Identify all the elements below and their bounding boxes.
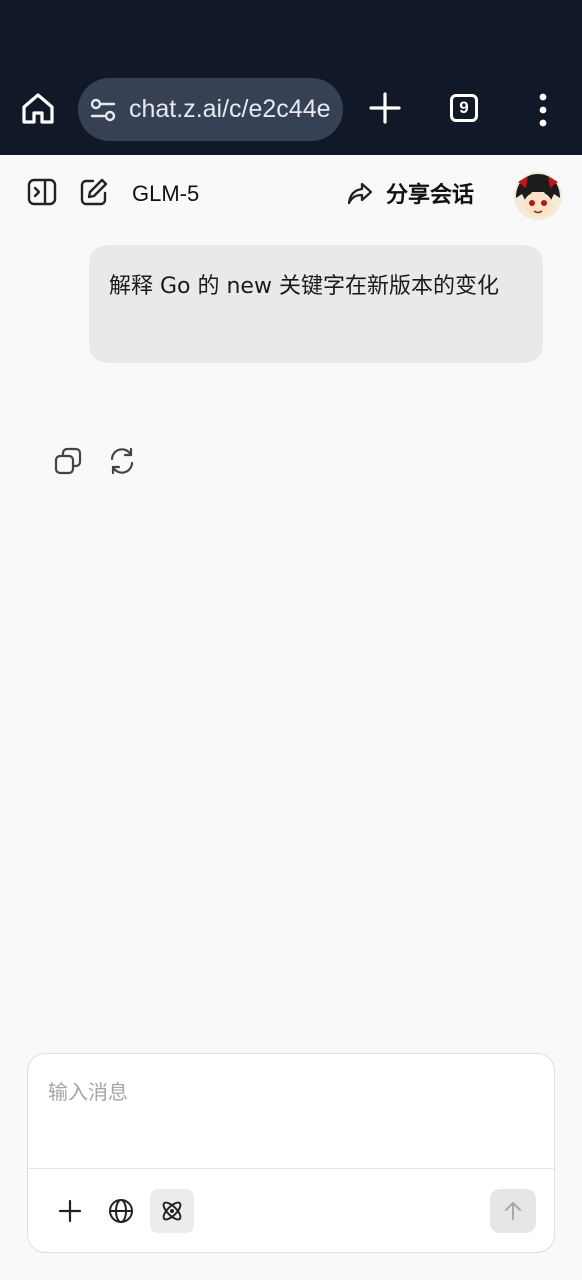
message-input[interactable] (46, 1074, 530, 1158)
avatar[interactable] (514, 172, 562, 220)
plus-icon[interactable] (368, 91, 402, 125)
home-icon[interactable] (18, 88, 58, 128)
more-vert-icon[interactable] (533, 93, 553, 127)
copy-icon[interactable] (53, 446, 83, 476)
web-search-button[interactable] (99, 1189, 143, 1233)
atom-icon (162, 1201, 182, 1221)
composer-divider (28, 1168, 554, 1169)
message-composer (27, 1053, 555, 1253)
sidebar-toggle-icon[interactable] (26, 176, 58, 208)
address-bar[interactable]: chat.z.ai/c/e2c44e (78, 78, 343, 141)
url-text: chat.z.ai/c/e2c44e (129, 95, 331, 123)
share-label: 分享会话 (386, 183, 475, 208)
share-button[interactable]: 分享会话 (346, 175, 474, 211)
send-button[interactable] (490, 1189, 536, 1233)
regenerate-icon[interactable] (107, 446, 137, 476)
site-settings-icon[interactable] (90, 98, 116, 122)
chat-header: GLM-5 分享会话 (0, 156, 582, 232)
user-message-bubble: 解释 Go 的 new 关键字在新版本的变化 (89, 245, 543, 363)
browser-toolbar: chat.z.ai/c/e2c44e 9 (0, 0, 582, 155)
attach-button[interactable] (48, 1189, 92, 1233)
share-arrow-icon (347, 182, 373, 205)
deep-think-button[interactable] (150, 1189, 194, 1233)
edit-icon[interactable] (78, 176, 110, 208)
model-name[interactable]: GLM-5 (132, 181, 199, 207)
send-arrow-icon (505, 1202, 521, 1220)
plus-icon (58, 1199, 82, 1223)
user-message-text: 解释 Go 的 new 关键字在新版本的变化 (109, 274, 499, 299)
tab-switcher-button[interactable]: 9 (450, 94, 478, 122)
globe-icon (109, 1199, 133, 1223)
